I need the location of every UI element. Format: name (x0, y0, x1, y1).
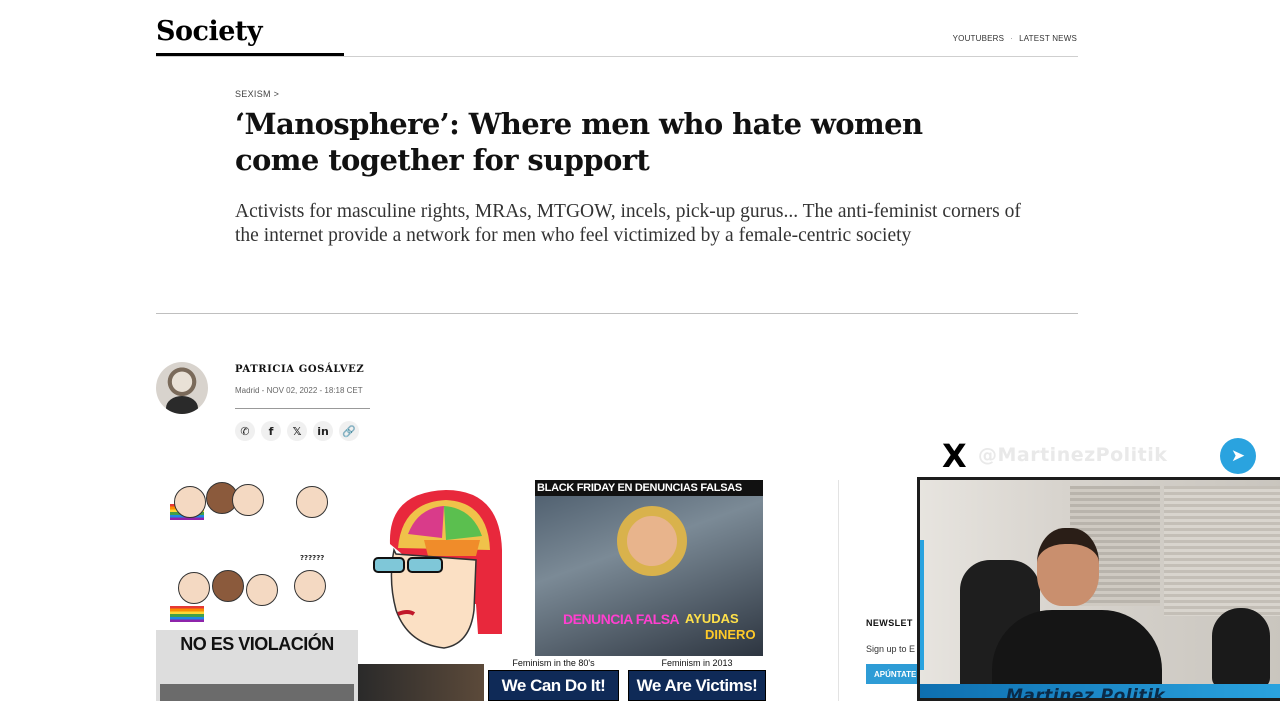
article-divider (156, 313, 1078, 314)
streamer-name-bar: Martinez Politik (920, 684, 1280, 698)
streamer-head (1037, 528, 1099, 606)
meme-text: DENUNCIA FALSA (563, 611, 680, 627)
meme-face (178, 572, 210, 604)
header-divider (156, 56, 1078, 57)
meme-text: DINERO (705, 627, 756, 642)
share-bar: ✆ f 𝕏 in 🔗 (235, 421, 359, 441)
nav-link-latest-news[interactable]: LATEST NEWS (1019, 34, 1077, 43)
x-logo-icon: X (942, 437, 967, 475)
brain-map-head-image (373, 490, 502, 649)
frame-accent (920, 540, 924, 670)
sidebar-divider (838, 480, 839, 701)
meme-woman-figure (617, 506, 687, 576)
article-dateline: Madrid - NOV 02, 2022 - 18:18 CET (235, 386, 363, 395)
meme-face (174, 486, 206, 518)
stream-social-bar: X @MartinezPolitik ➤ (938, 436, 1280, 476)
top-nav: YOUTUBERS · LATEST NEWS (953, 34, 1077, 43)
whatsapp-icon[interactable]: ✆ (235, 421, 255, 441)
author-avatar[interactable] (156, 362, 208, 414)
meme-face (212, 570, 244, 602)
facebook-icon[interactable]: f (261, 421, 281, 441)
meme-grid-image: ?????? (156, 478, 356, 628)
feminism-80s-image: Feminism in the 80's We Can Do It! (486, 656, 621, 701)
window-blind (1164, 486, 1280, 616)
webcam-overlay: Martinez Politik (917, 477, 1280, 701)
nav-link-youtubers[interactable]: YOUTUBERS (953, 34, 1005, 43)
glasses-lens (373, 557, 405, 573)
x-icon[interactable]: 𝕏 (287, 421, 307, 441)
meme-question: ?????? (300, 554, 325, 562)
newsletter-signup-button[interactable]: APÚNTATE (866, 664, 920, 684)
meme-caption: Feminism in the 80's (512, 658, 595, 668)
meme-face (294, 570, 326, 602)
article-headline: ‘Manosphere’: Where men who hate women c… (235, 107, 923, 177)
lips (397, 610, 416, 616)
meme-text: We Can Do It! (488, 670, 619, 701)
meme-caption: Feminism in 2013 (661, 658, 733, 668)
speaker (1212, 608, 1270, 688)
article-dek: Activists for masculine rights, MRAs, MT… (235, 201, 1021, 246)
black-friday-meme-image: BLACK FRIDAY EN DENUNCIAS FALSAS DENUNCI… (535, 480, 763, 656)
dark-photo (358, 664, 484, 701)
newsletter-subtitle: Sign up to E (866, 644, 916, 654)
newsletter-label: NEWSLET (866, 618, 913, 628)
meme-title: BLACK FRIDAY EN DENUNCIAS FALSAS (535, 480, 763, 496)
nav-separator: · (1010, 34, 1014, 43)
article-image-collage[interactable]: ?????? BLACK FRIDAY EN DENUNCIAS FALSAS … (156, 478, 768, 701)
linkedin-icon[interactable]: in (313, 421, 333, 441)
meme-photo (160, 684, 354, 701)
brain-region (424, 540, 480, 556)
social-handle: @MartinezPolitik (978, 444, 1168, 466)
glasses-lens (407, 557, 443, 573)
link-icon[interactable]: 🔗 (339, 421, 359, 441)
telegram-icon: ➤ (1220, 438, 1256, 474)
feminism-2013-image: Feminism in 2013 We Are Victims! (626, 656, 768, 701)
byline-divider (235, 408, 370, 409)
no-es-violacion-image: NO ES VIOLACIÓN (156, 630, 358, 701)
article-kicker[interactable]: SEXISM > (235, 89, 279, 99)
section-title[interactable]: Society (156, 16, 263, 47)
meme-text: We Are Victims! (628, 670, 766, 701)
author-name[interactable]: PATRICIA GOSÁLVEZ (235, 364, 364, 375)
meme-face (296, 486, 328, 518)
pride-flag (170, 606, 204, 622)
meme-title: NO ES VIOLACIÓN (180, 634, 334, 654)
meme-text: AYUDAS (685, 611, 739, 626)
meme-face (246, 574, 278, 606)
meme-face (232, 484, 264, 516)
